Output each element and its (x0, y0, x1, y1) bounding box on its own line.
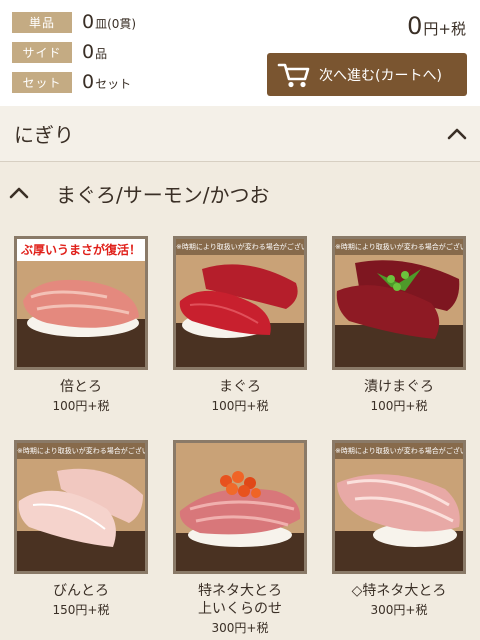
item-name: びんとろ (53, 583, 109, 599)
total-price-value: 0 (407, 12, 423, 40)
summary-unit-set: セット (95, 77, 132, 91)
order-summary-bar: 単品 0 皿(0貫) サイド 0 品 セット 0 セット 0 円+税 次へ進む(… (0, 0, 480, 106)
item-banner: ぶ厚いうまさが復活！ (17, 239, 145, 261)
item-price: 150円+税 (52, 603, 110, 617)
category-title: にぎり (14, 123, 74, 147)
summary-label-side: サイド (12, 41, 72, 63)
category-header-nigiri[interactable]: にぎり (0, 106, 480, 162)
summary-value-set: 0 (82, 71, 95, 93)
item-photo: ぶ厚いうまさが復活！ (14, 236, 148, 370)
summary-row-side: サイド 0 品 (12, 41, 107, 63)
total-price: 0 円+税 (407, 12, 466, 40)
item-photo: ※時期により取扱いが変わる場合がございます (14, 440, 148, 574)
chevron-up-icon (447, 128, 467, 140)
menu-item-zuke-maguro[interactable]: ※時期により取扱いが変わる場合がございます 漬けまぐろ 100円+税 (332, 236, 466, 414)
item-photo: ※時期により取扱いが変わる場合がございます (173, 236, 307, 370)
item-banner: ※時期により取扱いが変わる場合がございます (176, 239, 304, 255)
subcategory-header-tuna-salmon[interactable]: まぐろ/サーモン/かつお (0, 163, 480, 223)
item-banner: ※時期により取扱いが変わる場合がございます (17, 443, 145, 459)
subcategory-title: まぐろ/サーモン/かつお (56, 182, 270, 207)
item-price: 100円+税 (370, 399, 428, 413)
chevron-up-icon (9, 187, 29, 199)
item-name: 漬けまぐろ (364, 379, 434, 395)
item-price: 100円+税 (52, 399, 110, 413)
next-to-cart-label: 次へ進む(カートへ) (319, 67, 442, 84)
item-photo: ※時期により取扱いが変わる場合がございます (332, 236, 466, 370)
summary-row-set: セット 0 セット (12, 71, 131, 93)
item-name: 特ネタ大とろ 上いくらのせ (198, 583, 282, 617)
summary-unit-single: 皿(0貫) (95, 17, 137, 31)
summary-label-set: セット (12, 71, 72, 93)
summary-value-single: 0 (82, 11, 95, 33)
item-name: まぐろ (219, 379, 261, 395)
item-name: 倍とろ (60, 379, 102, 395)
next-to-cart-button[interactable]: 次へ進む(カートへ) (267, 53, 467, 96)
menu-item-bin-toro[interactable]: ※時期により取扱いが変わる場合がございます びんとろ 150円+税 (14, 440, 148, 618)
item-name: ◇特ネタ大とろ (351, 583, 447, 599)
total-price-unit: 円+税 (423, 20, 466, 38)
item-banner: ※時期により取扱いが変わる場合がございます (335, 443, 463, 459)
menu-item-toku-otoro[interactable]: ※時期により取扱いが変わる場合がございます ◇特ネタ大とろ 300円+税 (332, 440, 466, 618)
item-photo: ※時期により取扱いが変わる場合がございます (332, 440, 466, 574)
item-banner: ※時期により取扱いが変わる場合がございます (335, 239, 463, 255)
summary-row-single: 単品 0 皿(0貫) (12, 11, 136, 33)
item-photo (173, 440, 307, 574)
summary-value-side: 0 (82, 41, 95, 63)
menu-item-maguro[interactable]: ※時期により取扱いが変わる場合がございます まぐろ 100円+税 (173, 236, 307, 414)
cart-icon (277, 63, 310, 87)
item-price: 300円+税 (370, 603, 428, 617)
menu-item-toku-otoro-ikura[interactable]: 特ネタ大とろ 上いくらのせ 300円+税 (173, 440, 307, 636)
item-price: 100円+税 (211, 399, 269, 413)
summary-unit-side: 品 (95, 47, 108, 61)
item-price: 300円+税 (211, 621, 269, 635)
menu-item-bai-toro[interactable]: ぶ厚いうまさが復活！ 倍とろ 100円+税 (14, 236, 148, 414)
summary-label-single: 単品 (12, 11, 72, 33)
